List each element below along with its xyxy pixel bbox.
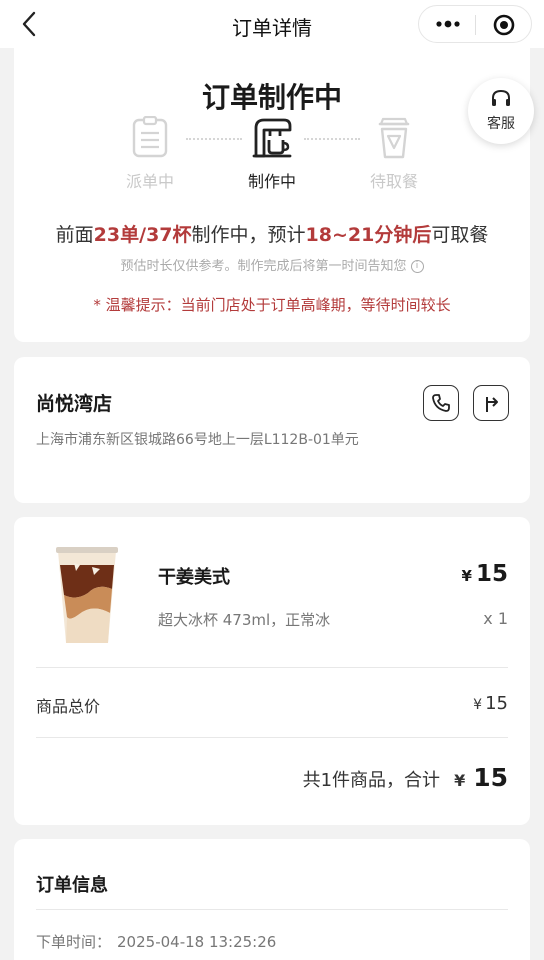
- close-target-icon[interactable]: [493, 14, 515, 36]
- currency-symbol: ¥: [461, 567, 472, 585]
- step-label: 派单中: [125, 172, 174, 191]
- step-dispatching: 派单中: [110, 116, 190, 192]
- order-time-row: 下单时间： 2025-04-18 13:25:26: [36, 931, 276, 952]
- order-info-card: 订单信息 下单时间： 2025-04-18 13:25:26: [14, 839, 530, 960]
- queue-prefix: 前面: [55, 224, 94, 246]
- info-icon[interactable]: i: [410, 260, 424, 273]
- cup-icon: [378, 117, 410, 159]
- progress-steps: 派单中 制作中 待取餐: [14, 116, 530, 196]
- customer-service-label: 客服: [487, 116, 515, 132]
- order-list-icon: [132, 116, 168, 158]
- estimate-note-text: 预估时长仅供参考。制作完成后将第一时间告知您: [120, 259, 407, 274]
- customer-service-button[interactable]: 客服: [468, 78, 534, 144]
- order-total: 共1件商品，合计 ¥15: [303, 763, 508, 792]
- cups-ahead: 37杯: [146, 224, 192, 246]
- step-making: 制作中: [232, 116, 312, 192]
- estimate-note: 预估时长仅供参考。制作完成后将第一时间告知您 i: [14, 255, 530, 274]
- store-address: 上海市浦东新区银城路66号地上一层L112B-01单元: [36, 432, 359, 448]
- product-price: ¥15: [462, 561, 508, 587]
- step-connector: [304, 138, 360, 140]
- mini-program-capsule: [418, 5, 532, 43]
- queue-status: 前面23单/37杯制作中，预计18~21分钟后可取餐: [14, 220, 530, 247]
- subtotal-value: ¥15: [473, 693, 508, 714]
- store-name: 尚悦湾店: [36, 393, 113, 415]
- orders-ahead: 23单: [93, 224, 140, 246]
- directions-icon: [486, 397, 498, 412]
- currency-symbol: ¥: [454, 771, 466, 790]
- step-label: 制作中: [247, 172, 296, 191]
- queue-suffix: 可取餐: [431, 224, 489, 246]
- capsule-divider: [475, 15, 476, 35]
- queue-middle: 制作中，预计: [191, 224, 306, 246]
- navigation-bar: 订单详情: [0, 0, 544, 48]
- currency-symbol: ¥: [473, 697, 483, 713]
- product-name: 干姜美式: [158, 567, 230, 588]
- phone-icon: [432, 394, 450, 412]
- product-image: [56, 547, 118, 643]
- store-card: 尚悦湾店 上海市浦东新区银城路66号地上一层L112B-01单元: [14, 357, 530, 503]
- product-quantity: x 1: [483, 609, 508, 628]
- headset-icon: [492, 89, 510, 106]
- order-info-title: 订单信息: [36, 875, 108, 896]
- total-label: 共1件商品，合计: [302, 770, 441, 791]
- peak-tip: * 温馨提示：当前门店处于订单高峰期，等待时间较长: [93, 296, 451, 314]
- product-price-value: 15: [475, 561, 508, 587]
- order-time-value: 2025-04-18 13:25:26: [117, 933, 277, 951]
- step-label: 待取餐: [369, 172, 418, 191]
- divider: [36, 667, 508, 668]
- total-amount: 15: [473, 763, 508, 792]
- order-status-title: 订单制作中: [201, 81, 342, 114]
- call-store-button[interactable]: [423, 385, 459, 421]
- subtotal-label: 商品总价: [36, 697, 101, 716]
- divider: [36, 909, 508, 910]
- navigate-button[interactable]: [473, 385, 509, 421]
- product-spec: 超大冰杯 473ml，正常冰: [158, 611, 331, 629]
- more-icon[interactable]: [435, 14, 461, 34]
- order-time-label: 下单时间：: [36, 933, 112, 951]
- step-ready-for-pickup: 待取餐: [354, 116, 434, 192]
- order-status-card: 订单制作中 派单中 制作中 待取餐 前面23单/37杯制作中，预计18~21分钟…: [14, 48, 530, 342]
- coffee-machine-icon: [252, 118, 292, 158]
- product-card: 干姜美式 ¥15 超大冰杯 473ml，正常冰 x 1 商品总价 ¥15 共1件…: [14, 517, 530, 825]
- subtotal-amount: 15: [485, 693, 508, 714]
- estimated-time: 18~21分钟后: [305, 224, 432, 246]
- divider: [36, 737, 508, 738]
